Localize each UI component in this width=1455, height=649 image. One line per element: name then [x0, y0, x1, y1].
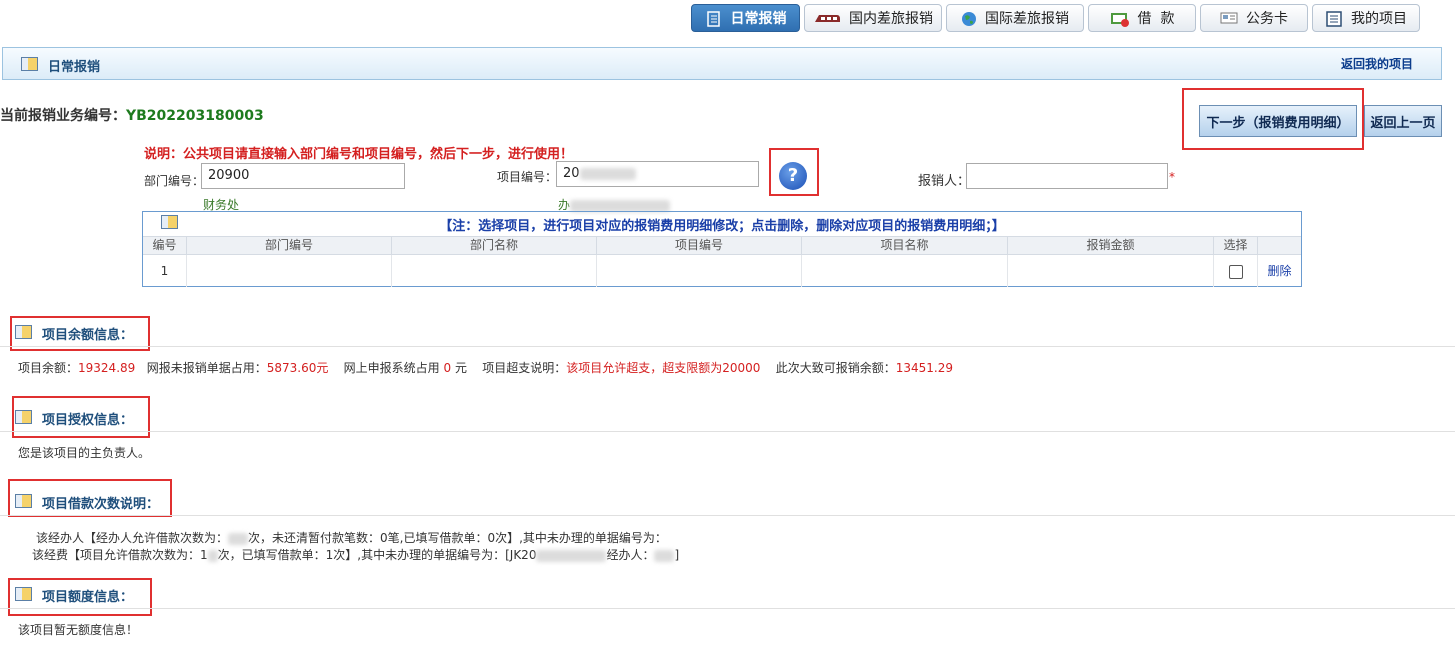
section-icon [15, 494, 32, 508]
tab-international-travel[interactable]: 国际差旅报销 [946, 4, 1084, 32]
business-number-label: 当前报销业务编号： [0, 108, 126, 124]
section-icon [15, 325, 32, 339]
pending-label: 网报未报销单据占用： [146, 361, 267, 375]
col-header: 项目名称 [802, 236, 1008, 255]
redacted-block [536, 549, 607, 562]
page-title: 日常报销 [48, 60, 101, 75]
quota-section-title: 项目额度信息： [42, 590, 134, 605]
tab-loan[interactable]: 借 款 [1088, 4, 1196, 32]
cell [1214, 255, 1258, 287]
available-label: 此次大致可报销余额： [775, 361, 896, 375]
online-unit: 元 [454, 361, 467, 375]
authorization-section-title: 项目授权信息： [42, 413, 134, 428]
project-number-label: 项目编号： [497, 170, 558, 184]
business-number-value: YB202203180003 [126, 108, 264, 124]
back-to-my-projects-link[interactable]: 返回我的项目 [1341, 55, 1413, 72]
reimburser-input[interactable] [966, 163, 1168, 189]
instruction-text: 说明：公共项目请直接输入部门编号和项目编号，然后下一步，进行使用！ [144, 147, 574, 162]
divider [0, 515, 1455, 516]
dept-number-label: 部门编号： [144, 174, 205, 188]
col-header: 部门名称 [392, 236, 597, 255]
loan-line-2: 该经费【项目允许借款次数为：1 次，已填写借款单：1次】,其中未办理的单据编号为：… [32, 546, 679, 563]
project-number-value: 20 [563, 166, 580, 181]
notebook-icon [705, 11, 723, 27]
col-header: 编号 [143, 236, 187, 255]
loan-icon [1110, 11, 1130, 27]
project-table: 【注：选择项目，进行项目对应的报销费用明细修改；点击删除，删除对应项目的报销费用… [142, 211, 1302, 287]
balance-value: 19324.89 [78, 361, 136, 375]
balance-section-title: 项目余额信息： [42, 328, 134, 343]
redacted-block [654, 549, 675, 562]
divider [0, 431, 1455, 432]
train-icon [813, 11, 841, 25]
table-note: 【注：选择项目，进行项目对应的报销费用明细修改；点击删除，删除对应项目的报销费用… [439, 219, 1005, 234]
loan-line-2-c: 经办人： [606, 548, 655, 562]
project-name-prefix: 办 [558, 198, 571, 212]
col-header: 选择 [1214, 236, 1258, 255]
redacted-block [228, 532, 249, 545]
loan-line-1: 该经办人【经办人允许借款次数为： 次，未还清暂付款笔数：0笔,已填写借款单：0次】… [36, 529, 667, 546]
quota-text: 该项目暂无额度信息！ [18, 623, 139, 637]
loan-line-2-b: 次，已填写借款单：1次】,其中未办理的单据编号为：[JK20 [217, 548, 537, 562]
col-header: 部门编号 [187, 236, 392, 255]
cell [187, 255, 392, 287]
loan-section-title: 项目借款次数说明： [42, 497, 160, 512]
loan-line-1-a: 该经办人【经办人允许借款次数为： [36, 531, 229, 545]
tab-label: 我的项目 [1351, 11, 1407, 27]
project-number-input[interactable]: 20 [556, 161, 759, 187]
col-header: 报销金额 [1008, 236, 1214, 255]
loan-line-1-b: 次，未还清暂付款笔数：0笔,已填写借款单：0次】,其中未办理的单据编号为： [248, 531, 667, 545]
tab-label: 公务卡 [1246, 11, 1288, 27]
required-mark: * [1169, 170, 1175, 184]
section-icon [15, 587, 32, 601]
loan-line-2-a: 该经费【项目允许借款次数为：1 [32, 548, 208, 562]
tab-my-projects[interactable]: 我的项目 [1312, 4, 1420, 32]
overspend-value: 该项目允许超支，超支限额为20000 [566, 361, 761, 375]
overspend-label: 项目超支说明： [482, 361, 567, 375]
cell [597, 255, 802, 287]
online-label: 网上申报系统占用 [343, 361, 440, 375]
back-button[interactable]: 返回上一页 [1364, 105, 1442, 137]
section-icon [21, 57, 38, 71]
cell [392, 255, 597, 287]
tab-label: 国内差旅报销 [849, 11, 933, 27]
divider [0, 346, 1455, 347]
col-header-empty [1258, 236, 1301, 255]
redacted-block [579, 167, 636, 180]
redacted-block [570, 199, 671, 212]
cell [1008, 255, 1214, 287]
list-icon [1325, 11, 1343, 27]
redacted-block [207, 549, 218, 562]
balance-info: 项目余额：19324.89 网报未报销单据占用：5873.60元 网上申报系统占… [18, 359, 953, 376]
authorization-text: 您是该项目的主负责人。 [18, 446, 151, 460]
tab-label: 国际差旅报销 [985, 11, 1069, 27]
section-icon [15, 410, 32, 424]
cell [802, 255, 1008, 287]
tab-domestic-travel[interactable]: 国内差旅报销 [804, 4, 942, 32]
tab-daily-reimbursement[interactable]: 日常报销 [691, 4, 800, 32]
row-number: 1 [143, 255, 187, 287]
page-title-bar: 日常报销 返回我的项目 [2, 47, 1442, 80]
next-step-button[interactable]: 下一步（报销费用明细） [1199, 105, 1357, 137]
tab-label: 日常报销 [730, 11, 787, 27]
available-value: 13451.29 [895, 361, 953, 375]
divider [0, 608, 1455, 609]
tab-official-card[interactable]: 公务卡 [1200, 4, 1308, 32]
loan-line-2-d: ] [674, 548, 680, 562]
delete-link[interactable]: 删除 [1267, 264, 1291, 278]
col-header: 项目编号 [597, 236, 802, 255]
pending-value: 5873.60元 [266, 361, 329, 375]
globe-icon [961, 11, 977, 26]
help-icon[interactable]: ? [779, 162, 807, 190]
reimburser-label: 报销人： [918, 174, 971, 189]
balance-label: 项目余额： [18, 361, 79, 375]
dept-number-input[interactable]: 20900 [201, 163, 405, 189]
select-checkbox[interactable] [1228, 264, 1243, 279]
online-value: 0 [443, 361, 452, 375]
tab-label: 借 款 [1137, 11, 1175, 27]
business-number: 当前报销业务编号：YB202203180003 [0, 105, 264, 125]
cell: 删除 [1258, 255, 1301, 287]
card-icon [1220, 11, 1238, 25]
